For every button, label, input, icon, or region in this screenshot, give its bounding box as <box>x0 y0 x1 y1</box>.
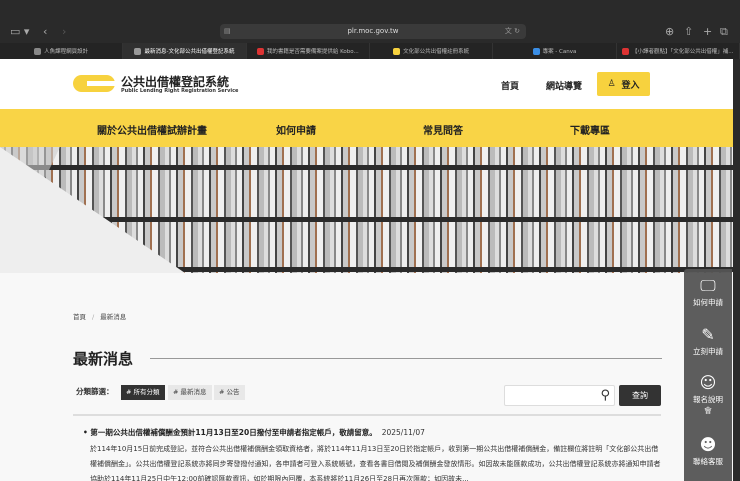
search-icon[interactable]: ⚲ <box>600 388 610 403</box>
login-label: 登入 <box>621 80 640 91</box>
browser-tab[interactable]: 專案 - Canva <box>493 43 617 59</box>
nav-faq[interactable]: 常見問答 <box>423 122 463 137</box>
translate-reload-icon[interactable]: 文 ↻ <box>505 24 520 39</box>
breadcrumb-current: 最新消息 <box>100 313 127 321</box>
browser-tab[interactable]: 人魚課程網頁設計 <box>0 43 124 59</box>
breadcrumb: 首頁 / 最新消息 <box>73 313 127 321</box>
tab-label: 【小譯者觀點】「文化部公共出借權」補... <box>632 49 734 55</box>
home-link[interactable]: 首頁 <box>501 79 519 92</box>
tab-label: 我的書籍是否需要備案提供給 Kobo... <box>266 49 359 55</box>
main-nav: 關於公共出借權試辦計畫 如何申請 常見問答 下載專區 <box>0 109 733 147</box>
download-icon[interactable]: ⊕ <box>665 25 674 38</box>
breadcrumb-home[interactable]: 首頁 <box>73 313 86 321</box>
search-input[interactable]: ⚲ <box>504 385 615 406</box>
news-item-body: 於114年10月15日前完成登記，並符合公共出借權補償酬金領取資格者，將於114… <box>90 445 661 481</box>
divider <box>73 414 661 416</box>
share-icon[interactable]: ⇧ <box>684 25 693 38</box>
favicon-icon <box>134 47 142 55</box>
search-button[interactable]: 查詢 <box>619 385 661 406</box>
page-title: 最新消息 <box>73 350 134 368</box>
user-icon: ♙ <box>607 79 616 89</box>
chip-all[interactable]: # 所有分類 <box>121 385 165 400</box>
sidebar-toggle-icon[interactable]: ▭ ▾ <box>10 25 29 38</box>
chip-news[interactable]: # 最新消息 <box>168 385 212 400</box>
chip-announcement[interactable]: # 公告 <box>214 385 245 400</box>
favicon-icon <box>34 47 42 55</box>
favicon-icon <box>622 47 630 55</box>
logo-icon[interactable] <box>73 75 115 92</box>
presentation-icon: ☺ <box>699 373 717 392</box>
site-subtitle: Public Lending Right Registration Servic… <box>121 88 239 94</box>
nav-downloads[interactable]: 下載專區 <box>570 122 610 137</box>
tab-bar: 人魚課程網頁設計 最新消息-文化部公共出借權登記系統 我的書籍是否需要備案提供給 K… <box>0 43 740 59</box>
browser-tab[interactable]: 【小譯者觀點】「文化部公共出借權」補... <box>617 43 740 59</box>
page-icon: ▤ <box>224 27 231 35</box>
back-icon[interactable]: ‹ <box>43 25 47 38</box>
login-button[interactable]: ♙ 登入 <box>597 72 650 96</box>
tab-label: 最新消息-文化部公共出借權登記系統 <box>144 49 235 55</box>
side-label: 聯絡客服 <box>693 457 723 466</box>
news-title-text[interactable]: 第一期公共出借權補償酬金預計11月13日至20日撥付至申請者指定帳戶，敬請留意。 <box>90 428 376 437</box>
side-label: 報名說明會 <box>693 395 723 415</box>
browser-tab[interactable]: 文化部公共出借權註冊系統 <box>370 43 494 59</box>
side-contact[interactable]: ☻ 聯絡客服 <box>684 434 732 467</box>
web-page: 公共出借權登記系統 Public Lending Right Registrat… <box>0 59 733 481</box>
tab-label: 文化部公共出借權註冊系統 <box>403 49 470 55</box>
scrollbar[interactable] <box>733 59 740 481</box>
side-briefing[interactable]: ☺ 報名說明會 <box>684 372 732 416</box>
news-date: 2025/11/07 <box>381 428 425 437</box>
forward-icon[interactable]: › <box>62 25 66 38</box>
new-tab-icon[interactable]: + <box>703 25 712 38</box>
filter-label: 分類篩選： <box>76 387 114 396</box>
tab-label: 人魚課程網頁設計 <box>44 49 89 55</box>
tab-label: 專案 - Canva <box>542 49 577 55</box>
headset-agent-icon: ☻ <box>699 435 717 454</box>
title-divider <box>150 358 662 359</box>
side-label: 立刻申請 <box>693 347 723 356</box>
address-bar[interactable]: ▤ plr.moc.gov.tw 文 ↻ <box>220 24 526 39</box>
site-header: 公共出借權登記系統 Public Lending Right Registrat… <box>0 59 733 109</box>
url-text: plr.moc.gov.tw <box>347 27 399 35</box>
favicon-icon <box>393 47 401 55</box>
sitemap-link[interactable]: 網站導覽 <box>546 79 582 92</box>
browser-tab[interactable]: 我的書籍是否需要備案提供給 Kobo... <box>247 43 370 59</box>
tab-overview-icon[interactable]: ⧉ <box>720 25 728 39</box>
browser-tab[interactable]: 最新消息-文化部公共出借權登記系統 <box>123 43 247 59</box>
hero-bookshelf-image <box>0 147 733 273</box>
news-item-title[interactable]: • 第一期公共出借權補償酬金預計11月13日至20日撥付至申請者指定帳戶，敬請留… <box>83 427 425 438</box>
favicon-icon <box>256 47 264 55</box>
side-apply-now[interactable]: ✎ 立刻申請 <box>684 324 732 357</box>
side-label: 如何申請 <box>693 298 723 307</box>
favicon-icon <box>532 47 540 55</box>
side-how-to-apply[interactable]: 🖵 如何申請 <box>684 275 732 308</box>
edit-document-icon: ✎ <box>701 325 715 344</box>
monitor-book-icon: 🖵 <box>700 276 716 295</box>
nav-about[interactable]: 關於公共出借權試辦計畫 <box>97 122 207 137</box>
floating-side-menu: 🖵 如何申請 ✎ 立刻申請 ☺ 報名說明會 ☻ 聯絡客服 <box>684 269 732 481</box>
nav-how-to-apply[interactable]: 如何申請 <box>276 122 316 137</box>
browser-toolbar: ▭ ▾ ‹ › ▤ plr.moc.gov.tw 文 ↻ ⊕ ⇧ + ⧉ <box>0 0 740 43</box>
